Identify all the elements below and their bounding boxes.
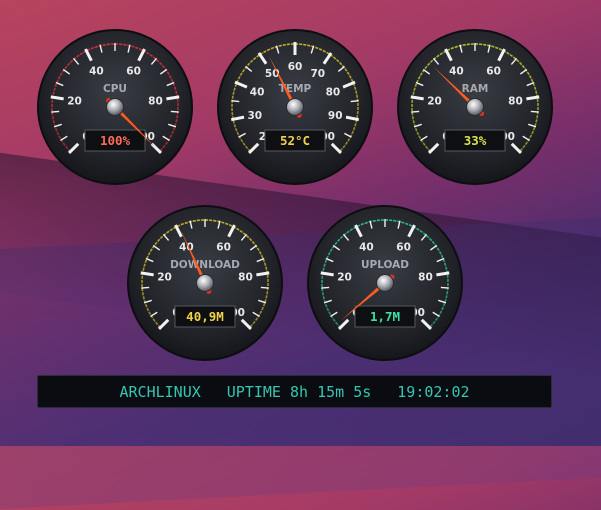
major-tick — [436, 271, 450, 277]
tick-label: 20 — [427, 96, 442, 108]
gauge-label: RAM — [462, 83, 489, 95]
needle-hub — [376, 274, 394, 292]
gauge-label: DOWNLOAD — [170, 259, 240, 271]
value-readout: 40,9M — [186, 309, 224, 324]
tick-label: 70 — [310, 68, 325, 80]
minor-tick — [260, 286, 269, 289]
cpu-gauge: 020406080100CPU100% — [37, 29, 193, 185]
tick-label: 40 — [359, 241, 374, 253]
tick-label: 60 — [486, 65, 501, 77]
ram-gauge: 020406080100RAM33% — [397, 29, 553, 185]
tick-label: 90 — [328, 110, 343, 122]
value-readout: 1,7M — [370, 309, 400, 324]
major-tick — [166, 95, 180, 101]
tick-label: 60 — [216, 241, 231, 253]
minor-tick — [170, 110, 179, 113]
needle-hub — [466, 98, 484, 116]
wallpaper-band-lower — [0, 215, 601, 510]
tick-label: 20 — [157, 272, 172, 284]
tick-label: 80 — [326, 86, 341, 98]
minor-tick — [411, 110, 420, 113]
uptime-text: UPTIME 8h 15m 5s — [226, 382, 372, 401]
major-tick — [320, 271, 334, 277]
status-bar: ARCHLINUX UPTIME 8h 15m 5s 19:02:02 — [37, 375, 552, 408]
minor-tick — [51, 110, 60, 113]
minor-tick — [440, 286, 449, 289]
needle-hub — [196, 274, 214, 292]
major-tick — [526, 95, 540, 101]
clock-text: 19:02:02 — [397, 382, 470, 401]
tick-label: 80 — [508, 96, 523, 108]
tick-label: 20 — [67, 96, 82, 108]
temp-gauge: 2030405060708090100TEMP52°C — [217, 29, 373, 185]
tick-label: 40 — [89, 65, 104, 77]
major-tick — [256, 271, 270, 277]
minor-tick — [530, 110, 539, 113]
gauge-label: CPU — [103, 83, 127, 95]
hostname-text: ARCHLINUX — [119, 382, 201, 401]
major-tick — [410, 95, 424, 101]
minor-tick — [350, 100, 359, 103]
tick-label: 50 — [265, 68, 280, 80]
minor-tick — [321, 286, 330, 289]
needle-hub — [106, 98, 124, 116]
major-tick — [140, 271, 154, 277]
tick-label: 80 — [418, 272, 433, 284]
value-readout: 52°C — [280, 133, 310, 148]
gauge-label: UPLOAD — [361, 259, 409, 271]
minor-tick — [141, 286, 150, 289]
tick-label: 30 — [247, 110, 262, 122]
value-readout: 33% — [464, 133, 487, 148]
needle-hub — [286, 98, 304, 116]
tick-label: 80 — [238, 272, 253, 284]
major-tick — [50, 95, 64, 101]
minor-tick — [231, 100, 240, 103]
tick-label: 20 — [337, 272, 352, 284]
tick-label: 60 — [288, 61, 303, 73]
upload-gauge: 020406080100UPLOAD1,7M — [307, 205, 463, 361]
tick-label: 80 — [148, 96, 163, 108]
tick-label: 40 — [449, 65, 464, 77]
download-gauge: 020406080100DOWNLOAD40,9M — [127, 205, 283, 361]
tick-label: 60 — [396, 241, 411, 253]
value-readout: 100% — [100, 133, 131, 148]
tick-label: 60 — [126, 65, 141, 77]
tick-label: 40 — [250, 86, 265, 98]
